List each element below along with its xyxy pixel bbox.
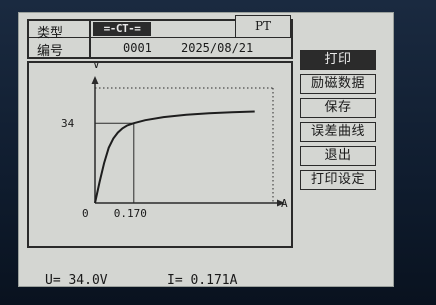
excitation-curve (94, 110, 255, 204)
x-tick-label: 0.170 (114, 207, 147, 220)
divider (89, 21, 91, 38)
chart-canvas: V A 0 34 0.170 (61, 63, 288, 220)
menu-item[interactable]: 励磁数据 (300, 74, 376, 94)
tab-ct[interactable]: =-CT-= (93, 22, 151, 36)
menu-item[interactable]: 退出 (300, 146, 376, 166)
menu-item[interactable]: 打印 (300, 50, 376, 70)
y-axis-arrow (91, 76, 99, 84)
number-value: 0001 (123, 41, 152, 55)
x-axis-label: A (281, 197, 288, 210)
date-value: 2025/08/21 (181, 41, 254, 55)
lcd-screen: 类型 =-CT-= PT 编号 0001 2025/08/21 V A 0 34 0.1… (18, 12, 394, 288)
menu-item[interactable]: 保存 (300, 98, 376, 118)
side-menu: 打印励磁数据保存误差曲线退出打印设定 (300, 50, 376, 194)
y-axis-label: V (93, 63, 100, 71)
current-readout: I= 0.171A (167, 273, 238, 288)
menu-item[interactable]: 打印设定 (300, 170, 376, 190)
voltage-readout: U= 34.0V (45, 273, 108, 288)
number-label: 编号 (37, 44, 64, 59)
info-header: 类型 =-CT-= PT 编号 0001 2025/08/21 (27, 15, 293, 59)
type-row: 类型 =-CT-= PT (29, 15, 291, 41)
excitation-chart: V A 0 34 0.170 U= 34.0V I= 0.171A (27, 61, 293, 288)
menu-item[interactable]: 误差曲线 (300, 122, 376, 142)
number-row: 编号 0001 2025/08/21 (29, 38, 291, 59)
tab-pt[interactable]: PT (235, 15, 291, 37)
y-tick-label: 34 (61, 117, 75, 130)
divider (89, 38, 91, 57)
origin-label: 0 (82, 207, 89, 220)
